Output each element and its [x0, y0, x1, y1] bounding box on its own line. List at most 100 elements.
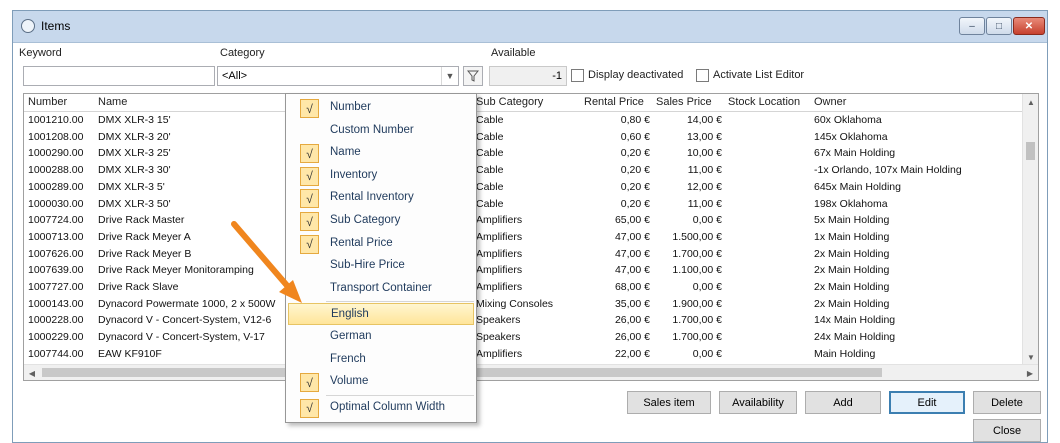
- menu-item-rental-inventory[interactable]: √ Rental Inventory: [288, 187, 474, 209]
- checkmark-icon: √: [300, 99, 319, 118]
- edit-button[interactable]: Edit: [889, 391, 965, 414]
- menu-item-label: German: [330, 330, 372, 342]
- table-row[interactable]: 1001208.00DMX XLR-3 20'5Cable0,60 €13,00…: [24, 130, 1024, 144]
- menu-item-sub-category[interactable]: √ Sub Category: [288, 210, 474, 232]
- menu-item-english[interactable]: English: [288, 303, 474, 326]
- add-button[interactable]: Add: [805, 391, 881, 414]
- menu-item-transport-container[interactable]: Transport Container: [288, 278, 474, 300]
- sales-item-button[interactable]: Sales item: [627, 391, 711, 414]
- vertical-scrollbar[interactable]: ▲ ▼: [1022, 94, 1038, 365]
- cell-name: Drive Rack Meyer A: [98, 230, 191, 243]
- cell-sub-category: Amplifiers: [476, 214, 523, 227]
- scroll-down-icon[interactable]: ▼: [1023, 349, 1038, 365]
- column-header-sales-price[interactable]: Sales Price: [656, 96, 712, 108]
- cell-rental-price: 0,60 €: [620, 130, 650, 143]
- menu-item-sub-hire-price[interactable]: Sub-Hire Price: [288, 255, 474, 277]
- items-grid[interactable]: Number Name Sub Category Rental Price Sa…: [23, 93, 1039, 381]
- table-row[interactable]: 1000229.00 Dynacord V - Concert-System, V…: [24, 330, 1024, 344]
- cell-name: Drive Rack Meyer B: [98, 247, 192, 260]
- cell-rental-price: 22,00 €: [614, 347, 650, 360]
- checkmark-icon: √: [300, 234, 319, 254]
- table-row[interactable]: 1001210.00DMX XLR-3 15'0Cable0,80 €14,00…: [24, 113, 1024, 127]
- keyword-input[interactable]: [23, 66, 215, 86]
- table-row[interactable]: 1007744.00EAW KF910F0Amplifiers22,00 €0,…: [24, 347, 1024, 361]
- cell-sub-category: Cable: [476, 130, 504, 143]
- column-header-rental-price[interactable]: Rental Price: [584, 96, 644, 108]
- column-header-name[interactable]: Name: [98, 96, 127, 108]
- cell-sales-price: 14,00 €: [686, 114, 722, 126]
- scroll-left-icon[interactable]: ◀: [24, 365, 40, 380]
- activate-list-editor-label: Activate List Editor: [713, 69, 805, 81]
- cell-sales-price: 10,00 €: [686, 147, 722, 160]
- cell-rental-price: 26,00 €: [614, 314, 650, 327]
- column-context-menu: √ Number Custom Number √ Name √ Inventory √ Rent…: [285, 93, 477, 423]
- cell-name: Drive Rack Master: [98, 214, 185, 227]
- menu-item-french[interactable]: French: [288, 349, 474, 371]
- close-button[interactable]: Close: [973, 419, 1041, 442]
- scroll-right-icon[interactable]: ▶: [1022, 365, 1038, 380]
- table-row[interactable]: 1000228.00 Dynacord V - Concert-System, V…: [24, 313, 1024, 327]
- cell-owner: 5x Main Holding: [814, 214, 890, 227]
- table-row[interactable]: 1007727.00Drive Rack Slave2Amplifiers68,…: [24, 280, 1024, 294]
- table-row[interactable]: 1007724.00Drive Rack Master5Amplifiers65…: [24, 213, 1024, 227]
- window-icon: [21, 19, 35, 33]
- cell-name: DMX XLR-3 15': [98, 114, 171, 126]
- table-row[interactable]: 1000030.00DMX XLR-3 50'3Cable0,20 €11,00…: [24, 197, 1024, 211]
- cell-number: 1000290.00: [28, 147, 84, 160]
- menu-item-optimal-column-width[interactable]: √ Optimal Column Width: [288, 397, 474, 419]
- table-row[interactable]: 1000143.00 Dynacord Powermate 1000, 2 x 5…: [24, 297, 1024, 311]
- grid-header: Number Name Sub Category Rental Price Sa…: [24, 94, 1024, 112]
- checkmark-icon: √: [300, 373, 319, 393]
- menu-item-number[interactable]: √ Number: [288, 97, 474, 119]
- table-row[interactable]: 1000289.00DMX XLR-3 5'5Cable0,20 €12,00 …: [24, 180, 1024, 194]
- table-row[interactable]: 1007639.00 Drive Rack Meyer Monitoramping…: [24, 263, 1024, 277]
- activate-list-editor-checkbox[interactable]: [696, 69, 709, 82]
- cell-owner: 145x Oklahoma: [814, 130, 888, 143]
- table-row[interactable]: 1000290.00DMX XLR-3 25'7Cable0,20 €10,00…: [24, 146, 1024, 160]
- column-header-owner[interactable]: Owner: [814, 96, 846, 108]
- minimize-button[interactable]: –: [959, 17, 985, 35]
- table-row[interactable]: 1007626.00Drive Rack Meyer B2Amplifiers4…: [24, 247, 1024, 261]
- menu-item-custom-number[interactable]: Custom Number: [288, 120, 474, 142]
- horizontal-scrollbar[interactable]: ◀ ▶: [24, 364, 1038, 380]
- menu-item-name[interactable]: √ Name: [288, 142, 474, 164]
- category-select[interactable]: <All> ▼: [217, 66, 459, 86]
- column-header-sub-category[interactable]: Sub Category: [476, 96, 543, 108]
- filter-button[interactable]: [463, 66, 483, 86]
- menu-item-label: Sub-Hire Price: [330, 259, 405, 272]
- cell-number: 1007744.00: [28, 347, 84, 360]
- vertical-scroll-thumb[interactable]: [1026, 142, 1035, 160]
- cell-sub-category: Amplifiers: [476, 281, 523, 293]
- menu-item-label: Sub Category: [330, 214, 401, 226]
- category-label: Category: [220, 47, 265, 59]
- table-row[interactable]: 1000713.00Drive Rack Meyer A1Amplifiers4…: [24, 230, 1024, 244]
- column-header-stock-location[interactable]: Stock Location: [728, 96, 800, 108]
- title-bar[interactable]: Items – □ ✕: [13, 11, 1047, 43]
- available-input[interactable]: -1: [489, 66, 567, 86]
- cell-rental-price: 47,00 €: [614, 230, 650, 243]
- display-deactivated-checkbox[interactable]: [571, 69, 584, 82]
- close-window-button[interactable]: ✕: [1013, 17, 1045, 35]
- cell-owner: 2x Main Holding: [814, 247, 890, 260]
- checkmark-icon: √: [300, 398, 319, 418]
- scroll-up-icon[interactable]: ▲: [1023, 94, 1038, 110]
- cell-owner: 198x Oklahoma: [814, 197, 888, 210]
- column-header-number[interactable]: Number: [28, 96, 67, 108]
- table-row[interactable]: 1000288.00DMX XLR-3 30'5Cable0,20 €11,00…: [24, 163, 1024, 177]
- cell-name: DMX XLR-3 5': [98, 180, 165, 193]
- menu-item-inventory[interactable]: √ Inventory: [288, 165, 474, 187]
- items-window: Items – □ ✕ Keyword Category Available <…: [12, 10, 1048, 443]
- filter-icon: [467, 70, 479, 82]
- maximize-button[interactable]: □: [986, 17, 1012, 35]
- cell-name: Dynacord Powermate 1000, 2 x 500W: [98, 297, 276, 310]
- menu-item-rental-price[interactable]: √ Rental Price: [288, 233, 474, 255]
- menu-item-german[interactable]: German: [288, 326, 474, 348]
- display-deactivated-label: Display deactivated: [588, 69, 684, 81]
- delete-button[interactable]: Delete: [973, 391, 1041, 414]
- cell-sub-category: Amplifiers: [476, 247, 523, 260]
- cell-owner: 1x Main Holding: [814, 230, 890, 243]
- availability-button[interactable]: Availability: [719, 391, 797, 414]
- chevron-down-icon[interactable]: ▼: [441, 67, 458, 85]
- menu-item-volume[interactable]: √ Volume: [288, 371, 474, 393]
- cell-number: 1000289.00: [28, 180, 84, 193]
